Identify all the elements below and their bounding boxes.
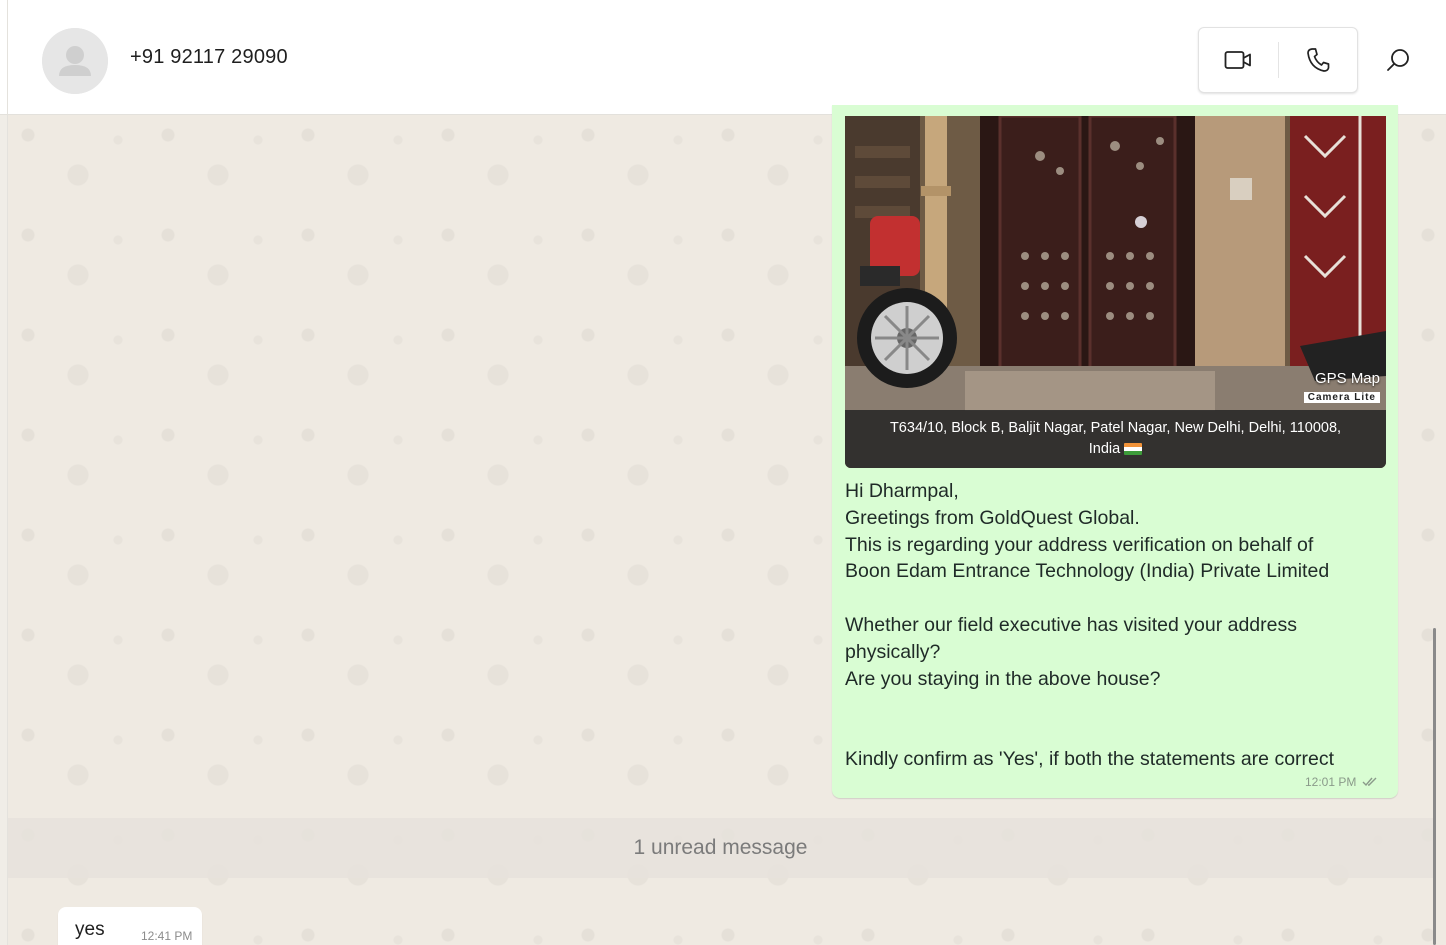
message-line: Hi Dharmpal, xyxy=(845,480,959,502)
chat-header: +91 92117 29090 xyxy=(0,0,1446,115)
contact-avatar[interactable] xyxy=(42,28,108,94)
message-line: This is regarding your address verificat… xyxy=(845,533,1314,556)
phone-icon xyxy=(1306,48,1330,72)
incoming-message-time: 12:41 PM xyxy=(141,929,193,943)
message-line: Are you staying in the above house? xyxy=(845,667,1161,690)
india-flag-icon xyxy=(1124,443,1143,456)
video-camera-icon xyxy=(1224,51,1252,69)
video-call-button[interactable] xyxy=(1199,28,1278,92)
unread-messages-banner: 1 unread message xyxy=(8,818,1433,878)
voice-call-button[interactable] xyxy=(1279,28,1358,92)
message-line: physically? xyxy=(845,640,941,663)
default-avatar-icon xyxy=(42,28,108,94)
message-line: Whether our field executive has visited … xyxy=(845,613,1297,636)
address-line-2: India xyxy=(1088,441,1121,457)
double-check-icon xyxy=(1362,777,1377,787)
message-line xyxy=(845,692,1385,719)
message-photo[interactable]: GPS Map Camera Lite T634/10, Block B, Ba… xyxy=(845,116,1386,468)
outgoing-message-time: 12:01 PM xyxy=(1305,775,1357,789)
message-line xyxy=(845,585,1385,612)
chat-scrollbar[interactable] xyxy=(1433,628,1436,945)
search-button[interactable] xyxy=(1378,40,1418,80)
address-line-2-wrapper: India xyxy=(845,439,1386,460)
message-line: Boon Edam Entrance Technology (India) Pr… xyxy=(845,560,1330,583)
outgoing-message-text: Hi Dharmpal, Greetings from GoldQuest Gl… xyxy=(845,478,1385,773)
photo-address-caption: T634/10, Block B, Baljit Nagar, Patel Na… xyxy=(845,410,1386,468)
gps-watermark: GPS Map Camera Lite xyxy=(1303,370,1380,405)
message-line xyxy=(845,719,1385,746)
gps-watermark-title: GPS Map xyxy=(1314,370,1380,387)
contact-name[interactable]: +91 92117 29090 xyxy=(130,46,288,69)
unread-messages-text: 1 unread message xyxy=(633,836,808,859)
call-button-group xyxy=(1198,27,1358,93)
message-line: Greetings from GoldQuest Global. xyxy=(845,506,1140,529)
message-line: Kindly confirm as 'Yes', if both the sta… xyxy=(845,747,1335,770)
outgoing-message-meta: 12:01 PM xyxy=(1305,775,1378,789)
address-line-1: T634/10, Block B, Baljit Nagar, Patel Na… xyxy=(889,420,1342,436)
search-icon xyxy=(1387,49,1409,71)
incoming-message-text: yes xyxy=(75,919,105,940)
gps-watermark-subtitle: Camera Lite xyxy=(1303,392,1380,403)
